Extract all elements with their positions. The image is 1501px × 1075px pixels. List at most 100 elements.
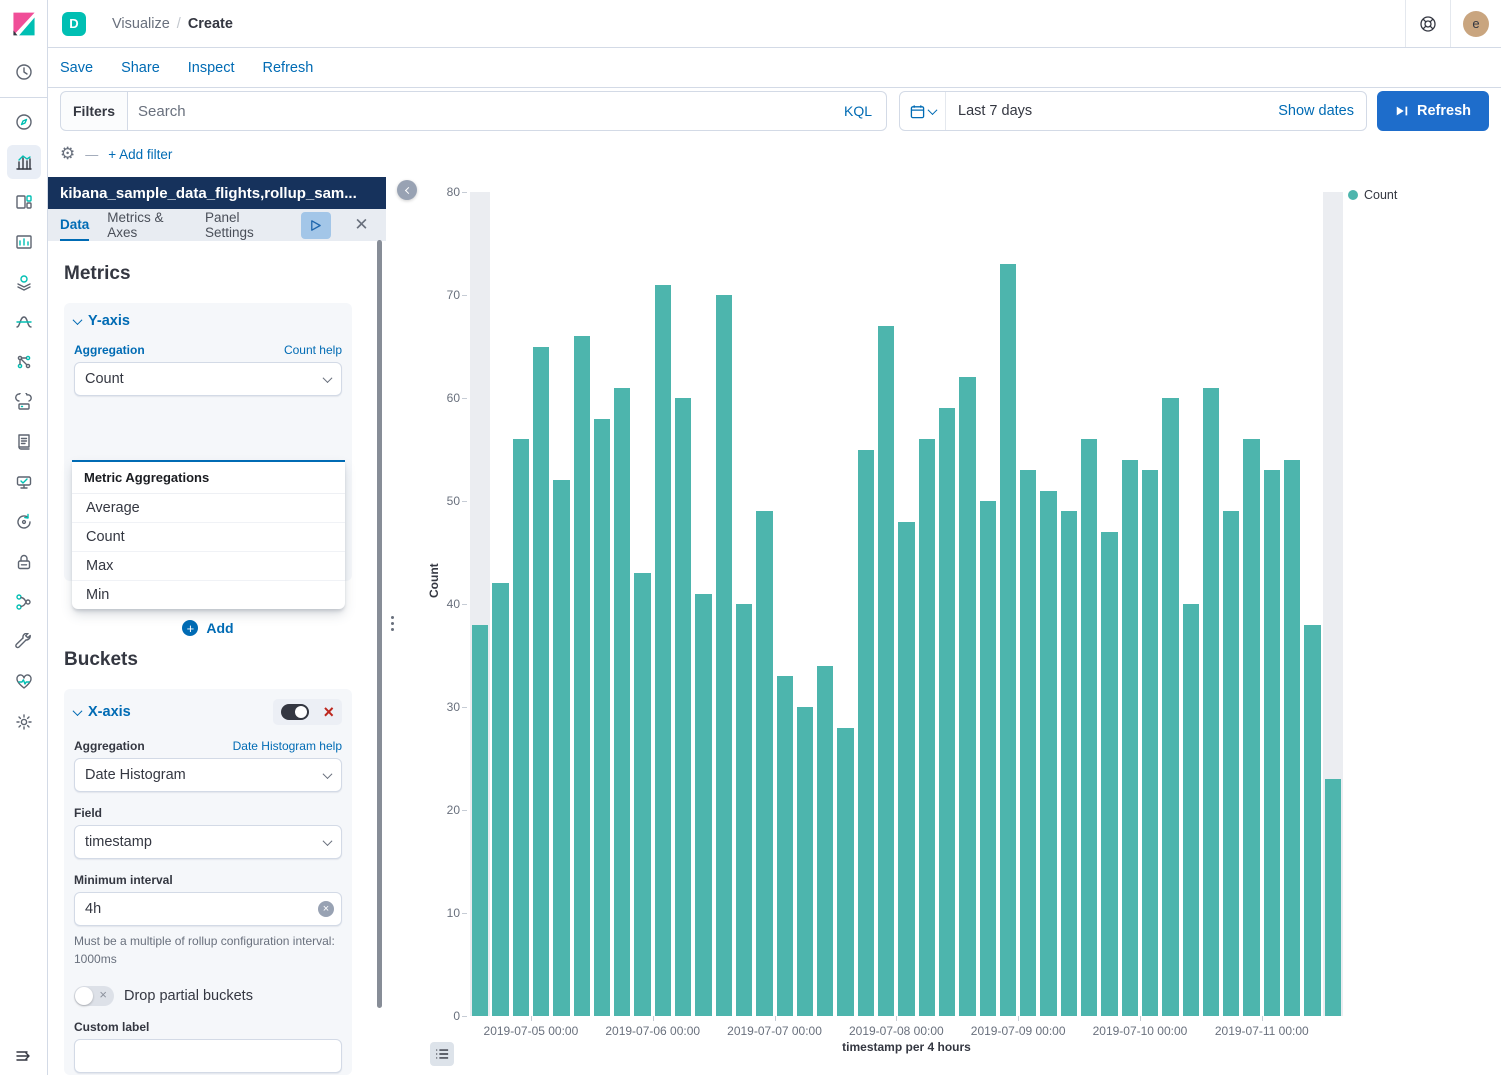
chart-bar[interactable]: [1040, 491, 1056, 1016]
search-input[interactable]: [138, 103, 840, 120]
count-help-link[interactable]: Count help: [284, 343, 342, 357]
drop-partial-buckets-toggle[interactable]: ×: [74, 986, 114, 1006]
minimum-interval-input[interactable]: [74, 892, 342, 926]
refresh-button[interactable]: Refresh: [1377, 91, 1489, 131]
chart-bar[interactable]: [1203, 388, 1219, 1016]
clear-input-icon[interactable]: ×: [318, 901, 334, 917]
watcher-icon[interactable]: [0, 504, 48, 540]
chart-bar[interactable]: [959, 377, 975, 1016]
toggle-legend-button[interactable]: [430, 1042, 454, 1066]
chart-bar[interactable]: [736, 604, 752, 1016]
show-dates-button[interactable]: Show dates: [1278, 103, 1366, 119]
chart-bar[interactable]: [1284, 460, 1300, 1016]
panel-resizer-handle[interactable]: [388, 616, 396, 631]
security-icon[interactable]: [0, 544, 48, 580]
field-select[interactable]: timestamp: [74, 825, 342, 859]
chart-bar[interactable]: [1325, 779, 1341, 1016]
recently-viewed-icon[interactable]: [0, 54, 48, 90]
chart-bar[interactable]: [837, 728, 853, 1016]
chart-bar[interactable]: [878, 326, 894, 1016]
canvas-icon[interactable]: [0, 224, 48, 260]
chart-bar[interactable]: [858, 450, 874, 1017]
sidebar-scrollbar[interactable]: [377, 240, 382, 1008]
chart-bar[interactable]: [574, 336, 590, 1016]
option-max[interactable]: Max: [72, 552, 345, 581]
chart-bar[interactable]: [1183, 604, 1199, 1016]
filters-button[interactable]: Filters: [60, 91, 128, 131]
remove-bucket-button[interactable]: ×: [323, 703, 334, 721]
chart-bar[interactable]: [817, 666, 833, 1016]
chart-bar[interactable]: [1122, 460, 1138, 1016]
kibana-logo[interactable]: [0, 0, 48, 48]
chart-bar[interactable]: [1020, 470, 1036, 1016]
chart-bar[interactable]: [898, 522, 914, 1016]
discard-changes-button[interactable]: ✕: [349, 212, 374, 239]
save-button[interactable]: Save: [60, 60, 93, 76]
chart-bar[interactable]: [716, 295, 732, 1016]
date-histogram-help-link[interactable]: Date Histogram help: [233, 739, 342, 753]
heartbeat-icon[interactable]: [0, 664, 48, 700]
chart-bar[interactable]: [1264, 470, 1280, 1016]
apm-icon[interactable]: [0, 384, 48, 420]
time-range-value[interactable]: Last 7 days: [946, 103, 1278, 119]
chart-bar[interactable]: [472, 625, 488, 1016]
maps-icon[interactable]: [0, 264, 48, 300]
metric-aggregation-select[interactable]: Count: [74, 362, 342, 396]
chart-bar[interactable]: [939, 408, 955, 1016]
chart-bar[interactable]: [919, 439, 935, 1016]
chart-bar[interactable]: [492, 583, 508, 1016]
chart-bar[interactable]: [1142, 470, 1158, 1016]
chart-bar[interactable]: [675, 398, 691, 1016]
add-filter-button[interactable]: + Add filter: [108, 147, 172, 162]
chart-bar[interactable]: [614, 388, 630, 1016]
user-avatar[interactable]: e: [1463, 11, 1489, 37]
space-badge[interactable]: D: [62, 12, 86, 36]
chart-bar[interactable]: [695, 594, 711, 1016]
chart-bar[interactable]: [756, 511, 772, 1016]
collapse-nav-icon[interactable]: [0, 1038, 48, 1074]
logs-icon[interactable]: [0, 424, 48, 460]
gear-icon[interactable]: ⚙: [60, 146, 75, 163]
add-metric-button[interactable]: + Add: [64, 620, 352, 636]
help-button[interactable]: [1406, 0, 1450, 47]
chart-bar[interactable]: [533, 347, 549, 1017]
tab-panel-settings[interactable]: Panel Settings: [205, 209, 283, 241]
chart-bar[interactable]: [553, 480, 569, 1016]
bucket-aggregation-select[interactable]: Date Histogram: [74, 758, 342, 792]
share-button[interactable]: Share: [121, 60, 160, 76]
chart-bar[interactable]: [797, 707, 813, 1016]
uptime-icon[interactable]: [0, 464, 48, 500]
chart-bar[interactable]: [513, 439, 529, 1016]
chart-bar[interactable]: [1081, 439, 1097, 1016]
collapse-sidebar-button[interactable]: [397, 180, 417, 200]
management-icon[interactable]: [0, 704, 48, 740]
visualize-icon[interactable]: [7, 145, 41, 179]
y-axis-accordion-toggle[interactable]: Y-axis: [74, 313, 342, 329]
chart-bar[interactable]: [1223, 511, 1239, 1016]
option-average[interactable]: Average: [72, 494, 345, 523]
inspect-button[interactable]: Inspect: [188, 60, 235, 76]
chart-bar[interactable]: [1243, 439, 1259, 1016]
chart-bar[interactable]: [1162, 398, 1178, 1016]
tab-metrics-axes[interactable]: Metrics & Axes: [107, 209, 187, 241]
pipelines-icon[interactable]: [0, 584, 48, 620]
custom-label-input[interactable]: [74, 1039, 342, 1073]
option-count[interactable]: Count: [72, 523, 345, 552]
chart-bar[interactable]: [634, 573, 650, 1016]
enable-bucket-toggle[interactable]: [281, 704, 309, 720]
dashboard-icon[interactable]: [0, 184, 48, 220]
calendar-button[interactable]: [900, 92, 946, 130]
machine-learning-icon[interactable]: [0, 304, 48, 340]
breadcrumb-visualize[interactable]: Visualize: [112, 16, 170, 32]
x-axis-accordion-label[interactable]: X-axis: [88, 704, 131, 720]
discover-icon[interactable]: [0, 104, 48, 140]
graph-icon[interactable]: [0, 344, 48, 380]
kql-language-button[interactable]: KQL: [840, 103, 876, 119]
legend-item-count[interactable]: Count: [1348, 188, 1397, 202]
apply-changes-button[interactable]: [301, 212, 331, 239]
option-min[interactable]: Min: [72, 581, 345, 609]
refresh-menu-button[interactable]: Refresh: [263, 60, 314, 76]
chart-bar[interactable]: [1304, 625, 1320, 1016]
chart-bar[interactable]: [1000, 264, 1016, 1016]
chart-bar[interactable]: [777, 676, 793, 1016]
